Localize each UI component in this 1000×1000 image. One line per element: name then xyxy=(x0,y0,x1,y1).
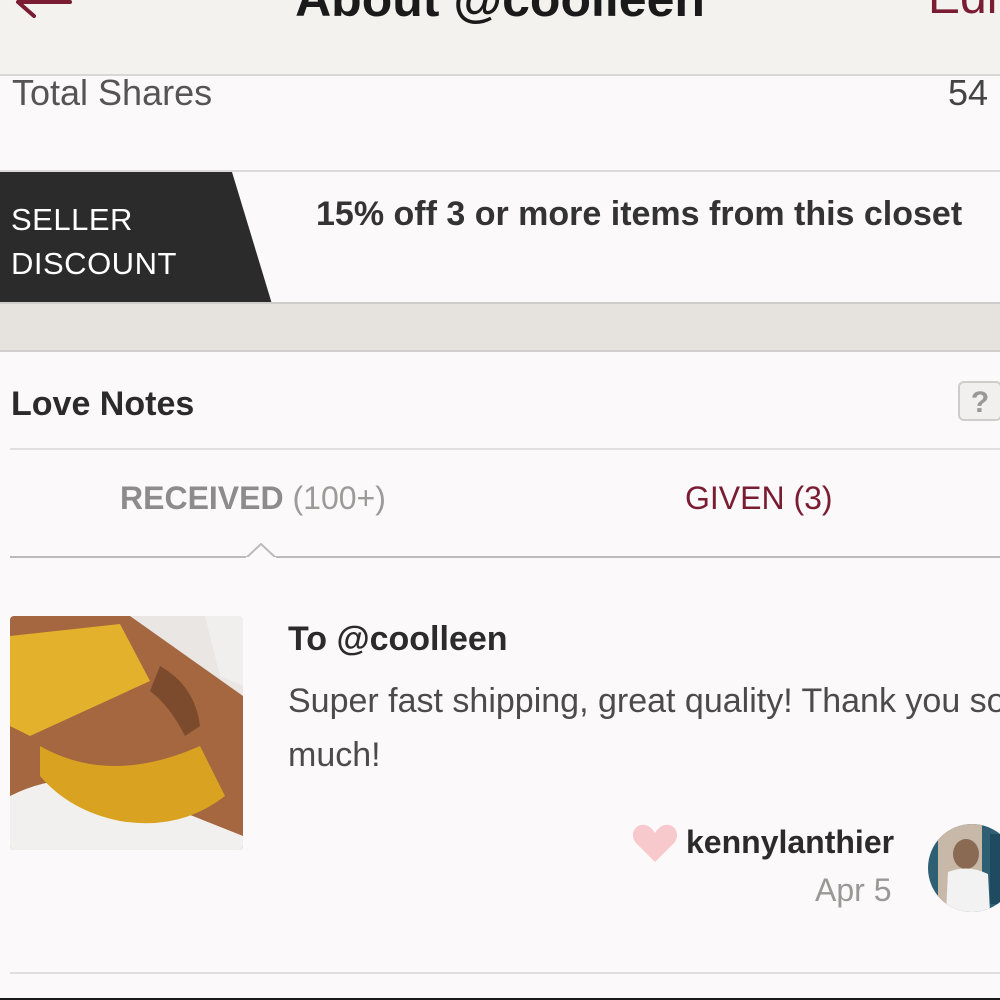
divider xyxy=(10,972,1000,974)
total-shares-row: Total Shares 54 xyxy=(0,72,1000,170)
total-shares-label: Total Shares xyxy=(12,72,213,113)
tab-received-count: (100+) xyxy=(292,480,386,516)
tab-given-label: GIVEN xyxy=(685,480,785,516)
note-message: Super fast shipping, great quality! Than… xyxy=(288,682,1000,774)
divider xyxy=(10,448,1000,450)
tab-received[interactable]: RECEIVED (100+) xyxy=(120,480,386,517)
top-nav-bar: About @coolleen Edi xyxy=(0,0,1000,76)
note-author-link[interactable]: kennylanthier xyxy=(686,824,894,861)
tab-received-label: RECEIVED xyxy=(120,480,284,516)
help-icon[interactable]: ? xyxy=(958,381,1000,421)
active-tab-caret-icon xyxy=(246,543,276,559)
love-notes-title: Love Notes xyxy=(11,385,195,423)
section-separator xyxy=(0,304,1000,352)
listing-thumbnail-image[interactable] xyxy=(10,616,243,850)
tab-given-count: (3) xyxy=(793,480,833,516)
note-date: Apr 5 xyxy=(815,872,892,908)
tabs-underline xyxy=(10,556,1000,558)
seller-discount-text: 15% off 3 or more items from this closet xyxy=(316,195,963,233)
badge-line-discount: DISCOUNT xyxy=(11,246,177,281)
seller-discount-banner: SELLER DISCOUNT 15% off 3 or more items … xyxy=(0,172,1000,304)
badge-line-seller: SELLER xyxy=(11,202,133,237)
total-shares-value: 54 xyxy=(948,72,989,113)
avatar[interactable] xyxy=(928,824,1000,912)
seller-discount-badge: SELLER DISCOUNT xyxy=(0,172,275,304)
note-recipient: To @coolleen xyxy=(288,620,508,658)
tab-given[interactable]: GIVEN (3) xyxy=(685,480,833,517)
about-page: About @coolleen Edi Total Shares 54 SELL… xyxy=(0,0,1000,1000)
page-title: About @coolleen xyxy=(0,0,1000,28)
heart-icon xyxy=(632,824,678,862)
edit-button[interactable]: Edi xyxy=(928,0,997,25)
